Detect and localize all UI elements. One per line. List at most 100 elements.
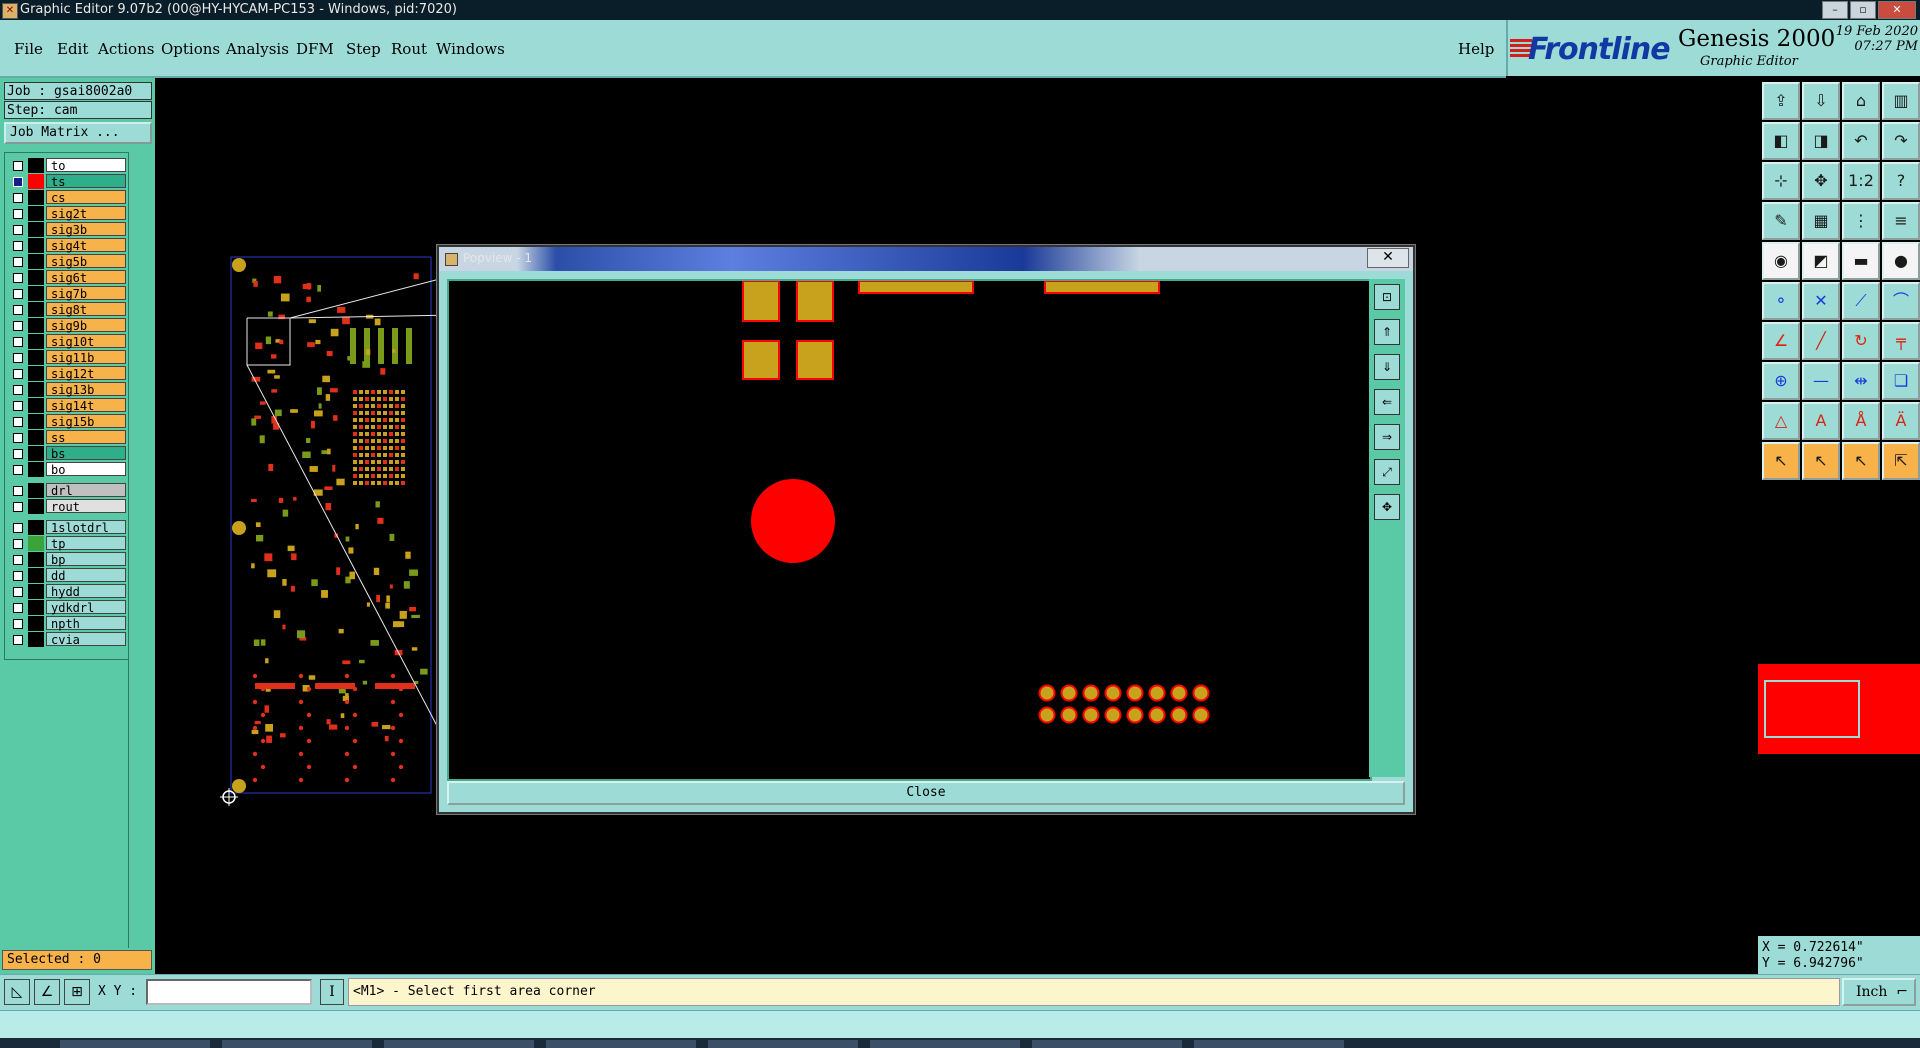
overview-panel[interactable]: [1758, 664, 1920, 754]
layer-row-drl[interactable]: drl: [9, 483, 127, 498]
layer-name[interactable]: sig3b: [46, 222, 126, 237]
home-tool-button[interactable]: ⌂: [1842, 82, 1880, 120]
layer-name[interactable]: ss: [46, 430, 126, 445]
layer-name[interactable]: sig13b: [46, 382, 126, 397]
pad-tool-button[interactable]: ●: [1882, 242, 1920, 280]
layer-color-swatch[interactable]: [28, 462, 44, 477]
popview-zoom-icon[interactable]: ⊡: [1374, 284, 1400, 310]
layer-name[interactable]: npth: [46, 616, 126, 631]
layer-checkbox[interactable]: [13, 321, 23, 331]
record-tool-button[interactable]: ◉: [1762, 242, 1800, 280]
layer-color-swatch[interactable]: [28, 174, 44, 189]
menu-windows[interactable]: Windows: [436, 40, 505, 58]
snap-tool-button[interactable]: ✎: [1762, 202, 1800, 240]
layer-row-sig4t[interactable]: sig4t: [9, 238, 127, 253]
layer-checkbox[interactable]: [13, 337, 23, 347]
layer-name[interactable]: bp: [46, 552, 126, 567]
layer-color-swatch[interactable]: [28, 430, 44, 445]
text-a2-tool-button[interactable]: Å: [1842, 402, 1880, 440]
layer-scrollbar[interactable]: [128, 152, 153, 948]
layer-row-sig2t[interactable]: sig2t: [9, 206, 127, 221]
layer-checkbox[interactable]: [13, 539, 23, 549]
layer-color-swatch[interactable]: [28, 446, 44, 461]
layer-row-sig15b[interactable]: sig15b: [9, 414, 127, 429]
layer-checkbox[interactable]: [13, 486, 23, 496]
layer-row-sig11b[interactable]: sig11b: [9, 350, 127, 365]
layer-checkbox[interactable]: [13, 635, 23, 645]
popview-titlebar[interactable]: Popview - 1: [439, 247, 1413, 271]
close-window-icon[interactable]: ✕: [1878, 1, 1916, 19]
cross-tool-button[interactable]: ✕: [1802, 282, 1840, 320]
popview-up-icon[interactable]: ⇑: [1374, 319, 1400, 345]
layer-name[interactable]: sig7b: [46, 286, 126, 301]
popview-left-icon[interactable]: ⇐: [1374, 389, 1400, 415]
layer-checkbox[interactable]: [13, 465, 23, 475]
layer-checkbox[interactable]: [13, 289, 23, 299]
layer-color-swatch[interactable]: [28, 318, 44, 333]
layer-name[interactable]: sig11b: [46, 350, 126, 365]
grid-tool-button[interactable]: ▦: [1802, 202, 1840, 240]
layer-checkbox[interactable]: [13, 385, 23, 395]
edit-line-tool-button[interactable]: ∠: [1762, 322, 1800, 360]
menu-help[interactable]: Help: [1458, 40, 1494, 58]
taskbar-item[interactable]: [1194, 1040, 1344, 1048]
angle-tool-icon[interactable]: ∠: [34, 979, 60, 1005]
layer-row-1slotdrl[interactable]: 1slotdrl: [9, 520, 127, 535]
layer-color-swatch[interactable]: [28, 616, 44, 631]
menu-actions[interactable]: Actions: [98, 40, 154, 58]
grid-tool-icon[interactable]: ⊞: [64, 979, 90, 1005]
layer-name[interactable]: tp: [46, 536, 126, 551]
layer-checkbox[interactable]: [13, 369, 23, 379]
layer-checkbox[interactable]: [13, 401, 23, 411]
layer-row-ss[interactable]: ss: [9, 430, 127, 445]
layer-name[interactable]: sig10t: [46, 334, 126, 349]
layer-row-npth[interactable]: npth: [9, 616, 127, 631]
layer-row-sig10t[interactable]: sig10t: [9, 334, 127, 349]
layer-row-bs[interactable]: bs: [9, 446, 127, 461]
taskbar-item[interactable]: [546, 1040, 696, 1048]
layer-color-swatch[interactable]: [28, 584, 44, 599]
layer-name[interactable]: sig15b: [46, 414, 126, 429]
layer-row-ydkdrl[interactable]: ydkdrl: [9, 600, 127, 615]
minus-tool-button[interactable]: —: [1802, 362, 1840, 400]
layer-checkbox[interactable]: [13, 587, 23, 597]
layer-color-swatch[interactable]: [28, 286, 44, 301]
popview-center-icon[interactable]: ✥: [1374, 494, 1400, 520]
arc-tool-button[interactable]: ⌒: [1882, 282, 1920, 320]
layer-row-sig5b[interactable]: sig5b: [9, 254, 127, 269]
text-a3-tool-button[interactable]: Ä: [1882, 402, 1920, 440]
layer-name[interactable]: sig12t: [46, 366, 126, 381]
layer-name[interactable]: ydkdrl: [46, 600, 126, 615]
menu-file[interactable]: File: [14, 40, 43, 58]
layer-color-swatch[interactable]: [28, 222, 44, 237]
taskbar-item[interactable]: [870, 1040, 1020, 1048]
layer-name[interactable]: bo: [46, 462, 126, 477]
line-tool-button[interactable]: ⟋: [1842, 282, 1880, 320]
layer-color-swatch[interactable]: [28, 302, 44, 317]
layer-checkbox[interactable]: [13, 523, 23, 533]
layer-name[interactable]: sig2t: [46, 206, 126, 221]
layer-checkbox[interactable]: [13, 177, 23, 187]
layer-name[interactable]: sig8t: [46, 302, 126, 317]
popview-fit-icon[interactable]: ⤢: [1374, 459, 1400, 485]
layer-color-swatch[interactable]: [28, 632, 44, 647]
layer-checkbox[interactable]: [13, 433, 23, 443]
layer-row-to[interactable]: to: [9, 158, 127, 173]
layer-row-hydd[interactable]: hydd: [9, 584, 127, 599]
pointer-tool-button[interactable]: ↖: [1762, 442, 1800, 480]
copy-tool-button[interactable]: ❏: [1882, 362, 1920, 400]
redo-zoom-tool-button[interactable]: ↷: [1882, 122, 1920, 160]
layer-row-sig12t[interactable]: sig12t: [9, 366, 127, 381]
layer-checkbox[interactable]: [13, 619, 23, 629]
layer-color-swatch[interactable]: [28, 552, 44, 567]
layer-color-swatch[interactable]: [28, 350, 44, 365]
window-save-tool-button[interactable]: ⇩: [1802, 82, 1840, 120]
layer-checkbox[interactable]: [13, 193, 23, 203]
layer-name[interactable]: sig14t: [46, 398, 126, 413]
menu-rout[interactable]: Rout: [391, 40, 427, 58]
taskbar-item[interactable]: [1032, 1040, 1182, 1048]
layer-row-sig13b[interactable]: sig13b: [9, 382, 127, 397]
layout-tool-button[interactable]: ▥: [1882, 82, 1920, 120]
menu-analysis[interactable]: Analysis: [226, 40, 289, 58]
zoom-fit-tool-button[interactable]: ⊹: [1762, 162, 1800, 200]
